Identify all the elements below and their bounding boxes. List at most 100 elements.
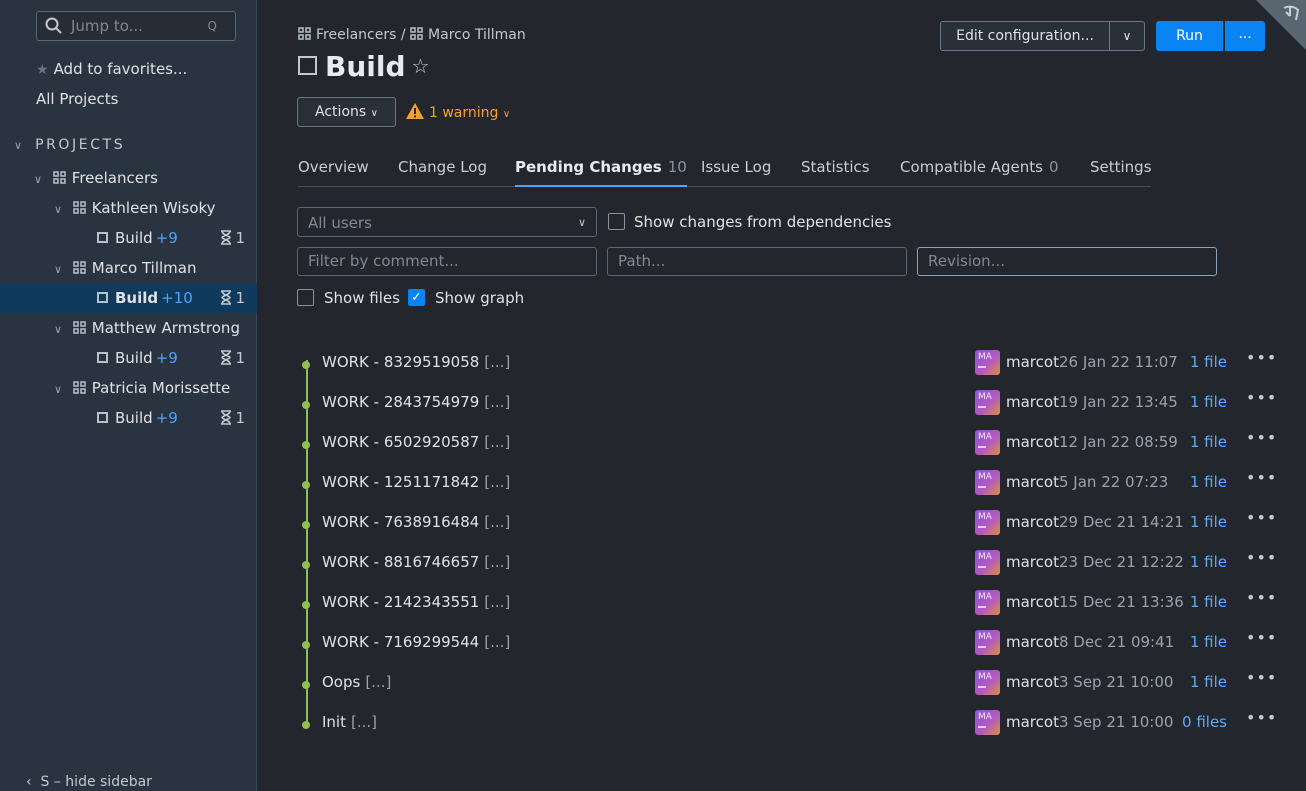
- change-row[interactable]: WORK - 7169299544 [...] MA marcot 8 Dec 2…: [297, 628, 1277, 671]
- sidebar-item-build[interactable]: Build +9 1: [0, 343, 257, 373]
- change-row[interactable]: WORK - 8816746657 [...] MA marcot 23 Dec …: [297, 548, 1277, 591]
- hide-sidebar-button[interactable]: ‹ S – hide sidebar: [26, 774, 152, 790]
- show-files-checkbox[interactable]: [297, 289, 314, 306]
- graph-node: [302, 681, 310, 689]
- path-filter-input[interactable]: Path...: [607, 247, 907, 276]
- more-options-icon[interactable]: •••: [1246, 348, 1277, 367]
- warning-label: 1 warning: [429, 105, 499, 121]
- queue-indicator: 1: [220, 349, 245, 367]
- expand-message[interactable]: [...]: [484, 593, 510, 611]
- more-options-icon[interactable]: •••: [1246, 388, 1277, 407]
- favorite-star-icon[interactable]: ☆: [412, 54, 430, 78]
- edit-configuration-button[interactable]: Edit configuration...: [940, 21, 1110, 51]
- tab-pending-changes[interactable]: Pending Changes 10: [515, 158, 687, 187]
- hourglass-icon: [221, 350, 232, 365]
- expand-message[interactable]: [...]: [484, 553, 510, 571]
- users-select[interactable]: All users ∨: [297, 207, 597, 237]
- tab-change-log[interactable]: Change Log: [398, 158, 487, 187]
- avatar: MA: [975, 430, 1000, 455]
- change-files-link[interactable]: 1 file: [1190, 433, 1227, 451]
- expand-message[interactable]: [...]: [484, 393, 510, 411]
- change-message[interactable]: WORK - 7638916484 [...]: [322, 513, 510, 531]
- more-options-icon[interactable]: •••: [1246, 468, 1277, 487]
- change-message[interactable]: WORK - 2843754979 [...]: [322, 393, 510, 411]
- sidebar-item-project[interactable]: ∨ Marco Tillman: [0, 253, 257, 283]
- tab-settings[interactable]: Settings: [1090, 158, 1152, 187]
- more-options-icon[interactable]: •••: [1246, 628, 1277, 647]
- tab-label: Issue Log: [701, 158, 772, 176]
- revision-filter-input[interactable]: Revision...: [917, 247, 1217, 276]
- change-message[interactable]: Init [...]: [322, 713, 377, 731]
- change-row[interactable]: WORK - 7638916484 [...] MA marcot 29 Dec …: [297, 508, 1277, 551]
- tab-overview[interactable]: Overview: [298, 158, 369, 187]
- change-files-link[interactable]: 1 file: [1190, 393, 1227, 411]
- change-row[interactable]: Oops [...] MA marcot 3 Sep 21 10:00 1 fil…: [297, 668, 1277, 711]
- change-message[interactable]: WORK - 2142343551 [...]: [322, 593, 510, 611]
- expand-message[interactable]: [...]: [484, 433, 510, 451]
- change-message[interactable]: WORK - 6502920587 [...]: [322, 433, 510, 451]
- sidebar-item-project[interactable]: ∨ Matthew Armstrong: [0, 313, 257, 343]
- change-files-link[interactable]: 1 file: [1190, 553, 1227, 571]
- sidebar-item-freelancers[interactable]: ∨ Freelancers: [0, 163, 257, 193]
- more-options-icon[interactable]: •••: [1246, 588, 1277, 607]
- chevron-down-icon: ∨: [577, 216, 586, 229]
- show-dependencies-checkbox[interactable]: [608, 213, 625, 230]
- sidebar-item-build[interactable]: Build +9 1: [0, 403, 257, 433]
- more-options-icon[interactable]: •••: [1246, 668, 1277, 687]
- change-files-link[interactable]: 1 file: [1190, 673, 1227, 691]
- change-files-link[interactable]: 1 file: [1190, 593, 1227, 611]
- expand-message[interactable]: [...]: [484, 473, 510, 491]
- build-config-icon: [97, 352, 108, 363]
- avatar-initials: MA: [978, 352, 992, 362]
- edit-configuration-dropdown[interactable]: ∨: [1109, 21, 1145, 51]
- avatar: MA: [975, 510, 1000, 535]
- change-row[interactable]: Init [...] MA marcot 3 Sep 21 10:00 0 fil…: [297, 708, 1277, 751]
- change-message[interactable]: Oops [...]: [322, 673, 391, 691]
- ui-switch-icon[interactable]: [1256, 0, 1306, 50]
- more-options-icon[interactable]: •••: [1246, 508, 1277, 527]
- comment-filter-input[interactable]: Filter by comment...: [297, 247, 597, 276]
- change-row[interactable]: WORK - 1251171842 [...] MA marcot 5 Jan 2…: [297, 468, 1277, 511]
- projects-header[interactable]: ∨ PROJECTS: [14, 137, 125, 153]
- change-row[interactable]: WORK - 2142343551 [...] MA marcot 15 Dec …: [297, 588, 1277, 631]
- sidebar-item-project[interactable]: ∨ Kathleen Wisoky: [0, 193, 257, 223]
- change-row[interactable]: WORK - 6502920587 [...] MA marcot 12 Jan …: [297, 428, 1277, 471]
- chevron-down-icon: ∨: [54, 383, 63, 396]
- change-files-link[interactable]: 1 file: [1190, 633, 1227, 651]
- expand-message[interactable]: [...]: [484, 353, 510, 371]
- tab-compatible-agents[interactable]: Compatible Agents 0: [900, 158, 1058, 187]
- change-row[interactable]: WORK - 8329519058 [...] MA marcot 26 Jan …: [297, 348, 1277, 391]
- more-options-icon[interactable]: •••: [1246, 428, 1277, 447]
- sidebar-item-build-selected[interactable]: Build +10 1: [0, 283, 257, 313]
- actions-button[interactable]: Actions ∨: [297, 97, 396, 127]
- tab-statistics[interactable]: Statistics: [801, 158, 870, 187]
- pending-count: +9: [155, 229, 178, 247]
- change-files-link[interactable]: 1 file: [1190, 353, 1227, 371]
- add-to-favorites[interactable]: ★ Add to favorites...: [36, 60, 187, 78]
- breadcrumb-current[interactable]: Marco Tillman: [428, 27, 526, 43]
- change-files-link[interactable]: 1 file: [1190, 473, 1227, 491]
- more-options-icon[interactable]: •••: [1246, 708, 1277, 727]
- expand-message[interactable]: [...]: [365, 673, 391, 691]
- sidebar-item-build[interactable]: Build +9 1: [0, 223, 257, 253]
- sidebar-item-project[interactable]: ∨ Patricia Morissette: [0, 373, 257, 403]
- change-message[interactable]: WORK - 8816746657 [...]: [322, 553, 510, 571]
- expand-message[interactable]: [...]: [484, 513, 510, 531]
- more-options-icon[interactable]: •••: [1246, 548, 1277, 567]
- tab-label: Overview: [298, 158, 369, 176]
- show-graph-checkbox[interactable]: ✓: [408, 289, 425, 306]
- expand-message[interactable]: [...]: [351, 713, 377, 731]
- expand-message[interactable]: [...]: [484, 633, 510, 651]
- breadcrumb-parent[interactable]: Freelancers: [316, 27, 396, 43]
- run-button[interactable]: Run: [1156, 21, 1223, 51]
- change-row[interactable]: WORK - 2843754979 [...] MA marcot 19 Jan …: [297, 388, 1277, 431]
- jump-to-search[interactable]: Jump to... Q: [36, 11, 236, 41]
- change-message[interactable]: WORK - 1251171842 [...]: [322, 473, 510, 491]
- change-files-link[interactable]: 1 file: [1190, 513, 1227, 531]
- change-message[interactable]: WORK - 8329519058 [...]: [322, 353, 510, 371]
- all-projects-link[interactable]: All Projects: [36, 90, 119, 108]
- tab-issue-log[interactable]: Issue Log: [701, 158, 771, 187]
- change-files-link[interactable]: 0 files: [1182, 713, 1227, 731]
- change-message[interactable]: WORK - 7169299544 [...]: [322, 633, 510, 651]
- warning-dropdown[interactable]: 1 warning ∨: [405, 102, 510, 121]
